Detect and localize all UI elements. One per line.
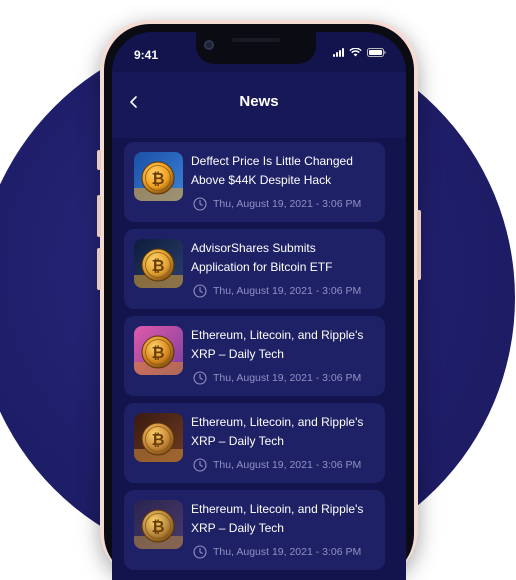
front-camera	[204, 40, 214, 50]
app-header: News	[112, 72, 406, 138]
svg-text:₿: ₿	[151, 517, 164, 536]
bitcoin-coin-icon: ₿	[134, 413, 183, 462]
news-title: Deffect Price Is Little Changed Above $4…	[191, 154, 353, 187]
svg-text:₿: ₿	[151, 343, 164, 362]
bitcoin-coin-icon: ₿	[134, 152, 183, 201]
news-card[interactable]: ₿ AdvisorShares Submits Application for …	[124, 229, 385, 309]
clock-icon	[193, 284, 207, 298]
news-title: Ethereum, Litecoin, and Ripple's XRP – D…	[191, 502, 364, 535]
earpiece-speaker	[232, 38, 280, 42]
phone-mockup: 9:41 News ₿ Deffect Price Is Little Chan…	[97, 20, 421, 580]
svg-text:₿: ₿	[151, 169, 164, 188]
news-meta: Thu, August 19, 2021 - 3:06 PM	[193, 284, 361, 298]
mute-switch	[97, 150, 101, 170]
news-title: Ethereum, Litecoin, and Ripple's XRP – D…	[191, 328, 364, 361]
svg-text:₿: ₿	[151, 256, 164, 275]
power-button	[417, 210, 421, 280]
clock-icon	[193, 458, 207, 472]
news-meta: Thu, August 19, 2021 - 3:06 PM	[193, 371, 361, 385]
volume-down-button	[97, 248, 101, 290]
news-date: Thu, August 19, 2021 - 3:06 PM	[213, 459, 362, 471]
clock-icon	[193, 197, 207, 211]
news-date: Thu, August 19, 2021 - 3:06 PM	[213, 372, 362, 384]
news-meta: Thu, August 19, 2021 - 3:06 PM	[193, 545, 361, 559]
signal-icon	[333, 48, 344, 57]
bitcoin-coin-icon: ₿	[134, 500, 183, 549]
notch	[196, 32, 316, 64]
news-title: Ethereum, Litecoin, and Ripple's XRP – D…	[191, 415, 364, 448]
status-time: 9:41	[134, 48, 159, 62]
clock-icon	[193, 545, 207, 559]
news-card[interactable]: ₿ Ethereum, Litecoin, and Ripple's XRP –…	[124, 316, 385, 396]
news-card[interactable]: ₿ Ethereum, Litecoin, and Ripple's XRP –…	[124, 490, 385, 570]
news-date: Thu, August 19, 2021 - 3:06 PM	[213, 285, 362, 297]
wifi-icon	[349, 48, 362, 57]
clock-icon	[193, 371, 207, 385]
bitcoin-coin-icon: ₿	[134, 239, 183, 288]
bitcoin-coin-icon: ₿	[134, 326, 183, 375]
phone-bezel: 9:41 News ₿ Deffect Price Is Little Chan…	[104, 24, 414, 580]
volume-up-button	[97, 195, 101, 237]
news-date: Thu, August 19, 2021 - 3:06 PM	[213, 546, 362, 558]
news-date: Thu, August 19, 2021 - 3:06 PM	[213, 198, 362, 210]
page-title: News	[239, 93, 279, 110]
news-meta: Thu, August 19, 2021 - 3:06 PM	[193, 458, 361, 472]
status-icons	[333, 48, 386, 57]
news-card[interactable]: ₿ Deffect Price Is Little Changed Above …	[124, 142, 385, 222]
news-card[interactable]: ₿ Ethereum, Litecoin, and Ripple's XRP –…	[124, 403, 385, 483]
news-meta: Thu, August 19, 2021 - 3:06 PM	[193, 197, 361, 211]
battery-icon	[367, 48, 386, 57]
phone-screen: 9:41 News ₿ Deffect Price Is Little Chan…	[112, 32, 406, 580]
svg-text:₿: ₿	[151, 430, 164, 449]
news-title: AdvisorShares Submits Application for Bi…	[191, 241, 333, 274]
